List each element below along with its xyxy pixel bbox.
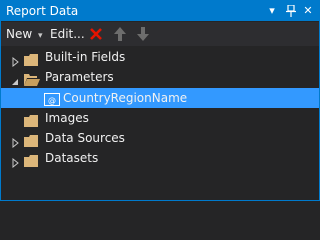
parameter-icon: @	[44, 91, 60, 106]
folder-icon	[24, 51, 38, 66]
folder-icon	[24, 112, 38, 127]
tree-item-label: Built-in Fields	[45, 50, 126, 64]
close-icon[interactable]: ✕	[301, 3, 315, 19]
tree-item-data-sources[interactable]: Data Sources	[1, 128, 319, 149]
tree-item-label: Datasets	[45, 151, 99, 165]
new-button[interactable]: New ▾	[6, 26, 43, 42]
panel-titlebar[interactable]: Report Data ▾ ✕	[1, 1, 319, 21]
expand-arrow-icon[interactable]	[10, 153, 20, 169]
chevron-down-icon: ▾	[38, 31, 43, 41]
delete-icon[interactable]	[89, 27, 103, 43]
report-data-panel: Report Data ▾ ✕ New ▾ Edit... Built-in F…	[0, 0, 320, 201]
folder-open-icon	[24, 71, 40, 86]
edit-button[interactable]: Edit...	[50, 26, 85, 42]
tree-item-label: Parameters	[45, 70, 114, 84]
tree-item-datasets[interactable]: Datasets	[1, 148, 319, 169]
tree-item-images[interactable]: Images	[1, 108, 319, 128]
folder-icon	[24, 132, 38, 147]
expand-arrow-icon[interactable]	[10, 52, 20, 68]
folder-icon	[24, 152, 38, 167]
collapse-arrow-icon[interactable]	[10, 72, 20, 85]
window-menu-dropdown-icon[interactable]: ▾	[265, 3, 279, 19]
panel-toolbar: New ▾ Edit...	[1, 22, 319, 46]
svg-text:@: @	[48, 96, 56, 105]
expand-arrow-icon[interactable]	[10, 133, 20, 149]
tree-item-label: Images	[45, 111, 89, 125]
tree-item-countryregionname[interactable]: @ CountryRegionName	[1, 88, 319, 108]
new-button-label: New	[6, 27, 33, 41]
panel-title: Report Data	[6, 4, 79, 18]
move-down-icon[interactable]	[136, 26, 150, 42]
pin-icon[interactable]	[284, 3, 298, 19]
move-up-icon[interactable]	[113, 26, 127, 42]
tree-item-built-in-fields[interactable]: Built-in Fields	[1, 47, 319, 68]
tree-item-label: CountryRegionName	[63, 91, 188, 105]
tree-item-parameters[interactable]: Parameters	[1, 67, 319, 87]
tree-item-label: Data Sources	[45, 131, 125, 145]
